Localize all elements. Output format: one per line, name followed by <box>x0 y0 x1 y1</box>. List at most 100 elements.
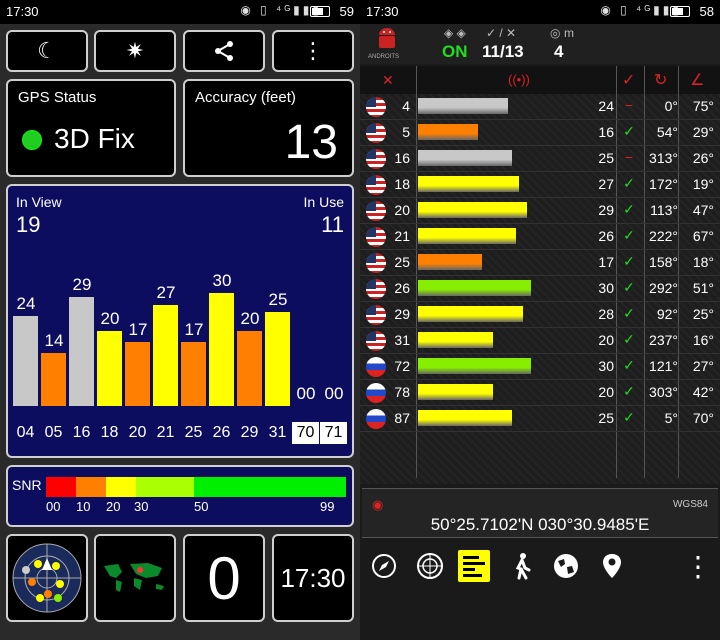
satellite-prn-label: 31 <box>268 424 287 441</box>
table-row[interactable]: 78 20 ✓ 303° 42° <box>360 380 720 406</box>
bottom-nav: ⋮ <box>360 540 720 590</box>
signal-bar <box>418 332 493 348</box>
signal-bar <box>418 98 508 114</box>
radar-tile[interactable] <box>6 534 88 622</box>
azimuth-value: 92° <box>656 306 678 322</box>
snr-bar-value: 20 <box>100 309 120 328</box>
azimuth-value: 303° <box>649 384 678 400</box>
snr-bar <box>237 331 262 406</box>
header-bar: ANDROITS ◈ ◈ ON ✓ / ✕ 11/13 ◎ m 4 <box>360 24 720 64</box>
snr-bar-value: 30 <box>212 271 232 290</box>
satellite-prn: 25 <box>394 254 410 270</box>
accuracy-label: Accuracy (feet) <box>195 89 296 106</box>
satellite-prn-label: 20 <box>128 424 147 441</box>
snr-bar-value: 20 <box>240 309 260 328</box>
snr-bar-value: 25 <box>268 290 288 309</box>
table-row[interactable]: 16 25−313° 26° <box>360 146 720 172</box>
compass-rose-icon: ✷ <box>125 38 145 63</box>
snr-tick-label: 50 <box>194 499 209 514</box>
globe-icon <box>554 554 578 578</box>
satellite-prn: 21 <box>394 228 410 244</box>
table-row[interactable]: 26 30 ✓ 292° 51° <box>360 276 720 302</box>
radar-nav[interactable] <box>414 550 446 582</box>
sats-used-value: 11/13 <box>482 42 524 61</box>
coordinates-value: 50°25.7102'N 030°30.9485'E <box>430 515 650 534</box>
snr-tick-label: 10 <box>76 499 91 514</box>
clock-value: 17:30 <box>280 562 346 593</box>
elevation-value: 25° <box>692 306 714 322</box>
snr-bar <box>69 297 94 406</box>
snr-bar-value: 00 <box>296 384 316 403</box>
signal-bar <box>418 358 531 374</box>
table-row[interactable]: 29 28 ✓ 92° 25° <box>360 302 720 328</box>
satellite-count-tile[interactable]: 0 <box>183 534 265 622</box>
accuracy-icon: ◎ <box>550 26 561 40</box>
used-check-icon: ✓ <box>623 331 635 347</box>
compass-icon <box>372 554 396 578</box>
used-check-icon: ✓ <box>623 383 635 399</box>
snr-bar <box>265 312 290 406</box>
elevation-value: 26° <box>692 150 714 166</box>
us-flag-icon <box>366 123 386 143</box>
used-check-icon: ✓ <box>623 227 635 243</box>
left-gps-status-screen: 17:30 ◉ ▯ ⁴ᴳ▮▮▮ 59 ☾ ✷ ⋮ GPS Status 3D F… <box>0 0 360 640</box>
snr-value: 17 <box>598 254 614 270</box>
overflow-menu-icon: ⋮ <box>302 38 324 63</box>
table-row[interactable]: 18 27 ✓ 172° 19° <box>360 172 720 198</box>
datum-label: WGS84 <box>672 499 708 510</box>
check-icon: ✓ <box>622 72 636 89</box>
satellite-prn: 78 <box>394 384 410 400</box>
table-row[interactable]: 4 24− 0° 75° <box>360 94 720 120</box>
overflow-nav[interactable]: ⋮ <box>682 550 714 582</box>
us-flag-icon <box>366 97 386 117</box>
snr-bar <box>125 342 150 406</box>
compass-nav[interactable] <box>368 550 400 582</box>
russia-flag-icon <box>366 357 386 377</box>
coordinates-panel[interactable]: ◉ WGS84 50°25.7102'N 030°30.9485'E <box>362 488 718 538</box>
table-row[interactable]: 5 16 ✓ 54° 29° <box>360 120 720 146</box>
snr-value: 30 <box>598 358 614 374</box>
satellite-prn-label: 26 <box>212 424 231 441</box>
azimuth-value: 121° <box>649 358 678 374</box>
us-flag-icon <box>366 331 386 351</box>
us-flag-icon <box>366 227 386 247</box>
satellite-prn-label: 04 <box>16 424 35 441</box>
table-row[interactable]: 72 30 ✓ 121° 27° <box>360 354 720 380</box>
table-row[interactable]: 87 25 ✓ 5° 70° <box>360 406 720 432</box>
signal-bar <box>418 280 531 296</box>
satellite-prn-label: 16 <box>72 424 91 441</box>
walk-nav[interactable] <box>506 550 538 582</box>
menu-button[interactable]: ⋮ <box>272 30 354 72</box>
table-row[interactable]: 20 29 ✓ 113° 47° <box>360 198 720 224</box>
russia-flag-icon <box>366 383 386 403</box>
gps-state-value: ON <box>442 42 468 61</box>
accuracy-value: 13 <box>284 116 338 169</box>
satellite-prn-label: 18 <box>100 424 119 441</box>
elevation-value: 29° <box>692 124 714 140</box>
table-row[interactable]: 31 20 ✓ 237° 16° <box>360 328 720 354</box>
share-button[interactable] <box>183 30 265 72</box>
used-check-icon: ✓ <box>623 409 635 425</box>
satellite-prn: 31 <box>394 332 410 348</box>
snr-color-segment <box>46 477 76 497</box>
column-header: ✕ ((•)) ✓ ↻ ∠ <box>360 66 720 94</box>
night-mode-button[interactable]: ☾ <box>6 30 88 72</box>
table-row[interactable]: 21 26 ✓ 222° 67° <box>360 224 720 250</box>
us-flag-icon <box>366 279 386 299</box>
compass-button[interactable]: ✷ <box>94 30 176 72</box>
radar-icon <box>417 553 443 579</box>
clock-tile[interactable]: 17:30 <box>272 534 354 622</box>
signal-bar <box>418 254 482 270</box>
pin-nav[interactable] <box>596 550 628 582</box>
bars-nav[interactable] <box>458 550 490 582</box>
world-map-tile[interactable] <box>94 534 176 622</box>
snr-bar-value: 17 <box>128 320 148 339</box>
globe-nav[interactable] <box>550 550 582 582</box>
signal-icon: ((•)) <box>508 72 530 87</box>
snr-tick-label: 00 <box>46 499 61 514</box>
right-satellite-list-screen: 17:30 ◉ ▯ ⁴ᴳ▮▮▮ 58 ANDROITS ◈ ◈ ON ✓ / ✕… <box>360 0 720 640</box>
satellite-prn-label: 21 <box>156 424 175 441</box>
signal-bar <box>418 202 527 218</box>
table-row[interactable]: 25 17 ✓ 158° 18° <box>360 250 720 276</box>
snr-value: 28 <box>598 306 614 322</box>
